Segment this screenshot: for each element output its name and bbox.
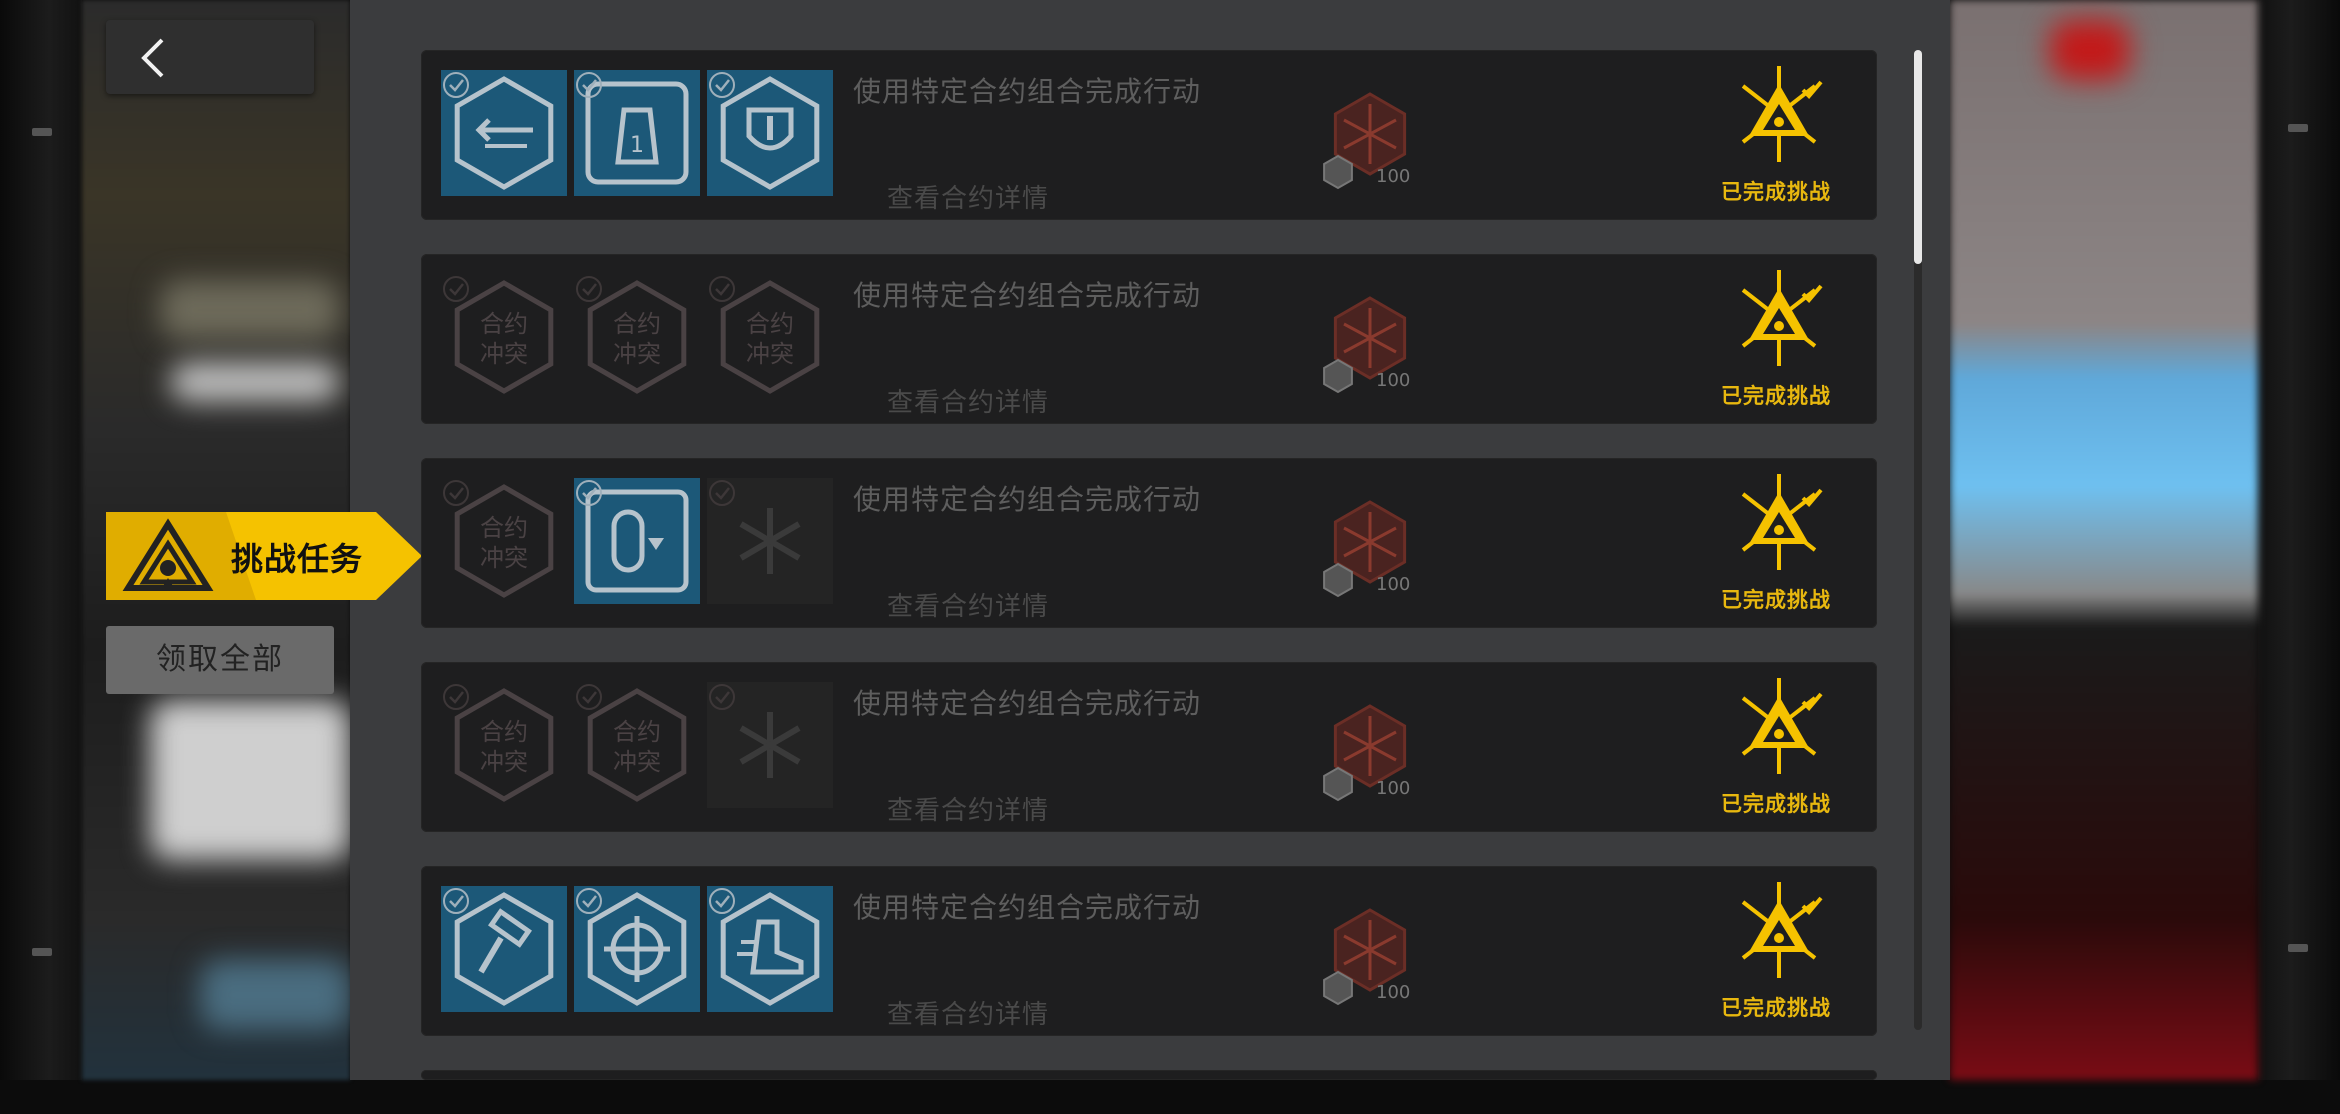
background-blur xyxy=(200,960,350,1030)
view-contract-details-link[interactable]: 查看合约详情 xyxy=(887,382,1049,419)
check-icon xyxy=(576,480,602,506)
triangle-emblem-icon xyxy=(122,518,214,591)
mission-description: 使用特定合约组合完成行动 xyxy=(853,687,1202,720)
contract-contract-conflict-icon[interactable]: 合约 冲突 xyxy=(707,274,833,400)
check-icon xyxy=(576,72,602,98)
svg-text:合约: 合约 xyxy=(613,310,661,338)
background-blur xyxy=(160,280,340,340)
contract-shield-icon[interactable] xyxy=(707,70,833,196)
check-icon xyxy=(709,276,735,302)
svg-text:合约: 合约 xyxy=(480,718,528,746)
reward-amount: 100 xyxy=(1376,778,1411,799)
bezel-mark xyxy=(32,948,52,956)
svg-text:冲突: 冲突 xyxy=(480,544,528,572)
svg-text:冲突: 冲突 xyxy=(480,340,528,368)
chevron-left-icon xyxy=(141,38,164,78)
challenge-complete-status: 已完成挑战 xyxy=(1721,180,1831,204)
contract-crosshair-icon[interactable] xyxy=(574,886,700,1012)
bezel-mark xyxy=(2288,944,2308,952)
view-contract-details-link[interactable]: 查看合约详情 xyxy=(887,994,1049,1031)
contract-snowflake-icon[interactable] xyxy=(707,682,833,808)
check-icon xyxy=(576,888,602,914)
challenge-complete-status: 已完成挑战 xyxy=(1721,792,1831,816)
contract-contract-conflict-icon[interactable]: 合约 冲突 xyxy=(574,682,700,808)
right-bezel xyxy=(2258,0,2340,1080)
claim-all-button[interactable]: 领取全部 xyxy=(106,626,334,694)
mission-list: 1 使用特定合约组合完成行动 查看合约详情 100 已完成挑战 合约 冲突 合约… xyxy=(421,50,1877,1114)
reward-amount: 100 xyxy=(1376,166,1411,187)
tab-challenge-missions[interactable]: 挑战任务 xyxy=(106,512,422,600)
mission-card[interactable]: 合约 冲突 使用特定合约组合完成行动 查看合约详情 100 已完成挑战 xyxy=(421,458,1877,628)
contract-timer-icon[interactable] xyxy=(574,478,700,604)
mission-card-partial[interactable] xyxy=(421,1070,1877,1080)
contract-rank-1-icon[interactable]: 1 xyxy=(574,70,700,196)
check-icon xyxy=(709,684,735,710)
challenge-complete-emblem-icon xyxy=(1741,882,1823,978)
check-icon xyxy=(443,276,469,302)
contract-contract-conflict-icon[interactable]: 合约 冲突 xyxy=(574,274,700,400)
check-icon xyxy=(443,72,469,98)
svg-text:冲突: 冲突 xyxy=(613,340,661,368)
mission-description: 使用特定合约组合完成行动 xyxy=(853,279,1202,312)
challenge-complete-status: 已完成挑战 xyxy=(1721,996,1831,1020)
mission-description: 使用特定合约组合完成行动 xyxy=(853,75,1202,108)
check-icon xyxy=(576,684,602,710)
contract-hammer-icon[interactable] xyxy=(441,886,567,1012)
challenge-complete-emblem-icon xyxy=(1741,66,1823,162)
challenge-complete-emblem-icon xyxy=(1741,270,1823,366)
background-blur xyxy=(170,362,340,402)
view-contract-details-link[interactable]: 查看合约详情 xyxy=(887,178,1049,215)
challenge-complete-status: 已完成挑战 xyxy=(1721,588,1831,612)
svg-text:冲突: 冲突 xyxy=(613,748,661,776)
reward-amount: 100 xyxy=(1376,982,1411,1003)
challenge-complete-status: 已完成挑战 xyxy=(1721,384,1831,408)
contract-arrows-icon[interactable] xyxy=(441,70,567,196)
check-icon xyxy=(576,276,602,302)
svg-text:合约: 合约 xyxy=(480,514,528,542)
check-icon xyxy=(709,888,735,914)
mission-card[interactable]: 合约 冲突 合约 冲突 使用特定合约组合完成行动 查看合约详情 100 已完成挑… xyxy=(421,662,1877,832)
contract-snowflake-icon[interactable] xyxy=(707,478,833,604)
svg-text:1: 1 xyxy=(630,133,644,158)
check-icon xyxy=(709,72,735,98)
mission-description: 使用特定合约组合完成行动 xyxy=(853,891,1202,924)
svg-text:冲突: 冲突 xyxy=(480,748,528,776)
svg-text:合约: 合约 xyxy=(746,310,794,338)
background-blur xyxy=(150,700,350,860)
check-icon xyxy=(443,684,469,710)
check-icon xyxy=(443,480,469,506)
mission-description: 使用特定合约组合完成行动 xyxy=(853,483,1202,516)
mission-card[interactable]: 使用特定合约组合完成行动查看合约详情 100 已完成挑战 xyxy=(421,866,1877,1036)
tab-challenge-label: 挑战任务 xyxy=(231,540,364,578)
mission-card[interactable]: 合约 冲突 合约 冲突 合约 冲突 使用特定合约组合完成行动 查看合约详情 100 xyxy=(421,254,1877,424)
mission-card[interactable]: 1 使用特定合约组合完成行动查看合约详情 100 已完成挑战 xyxy=(421,50,1877,220)
contract-contract-conflict-icon[interactable]: 合约 冲突 xyxy=(441,682,567,808)
back-button[interactable] xyxy=(106,20,314,94)
challenge-complete-emblem-icon xyxy=(1741,678,1823,774)
svg-text:合约: 合约 xyxy=(613,718,661,746)
check-icon xyxy=(709,480,735,506)
view-contract-details-link[interactable]: 查看合约详情 xyxy=(887,790,1049,827)
reward-amount: 100 xyxy=(1376,370,1411,391)
challenge-complete-emblem-icon xyxy=(1741,474,1823,570)
background-scene-right xyxy=(1950,0,2258,1080)
svg-text:合约: 合约 xyxy=(480,310,528,338)
bezel-mark xyxy=(2288,124,2308,132)
contract-contract-conflict-icon[interactable]: 合约 冲突 xyxy=(441,478,567,604)
view-contract-details-link[interactable]: 查看合约详情 xyxy=(887,586,1049,623)
left-bezel xyxy=(0,0,82,1080)
reward-amount: 100 xyxy=(1376,574,1411,595)
contract-contract-conflict-icon[interactable]: 合约 冲突 xyxy=(441,274,567,400)
background-blur xyxy=(2050,20,2130,80)
contract-boot-icon[interactable] xyxy=(707,886,833,1012)
bezel-mark xyxy=(32,128,52,136)
scrollbar-thumb[interactable] xyxy=(1914,50,1922,264)
svg-text:冲突: 冲突 xyxy=(746,340,794,368)
check-icon xyxy=(443,888,469,914)
